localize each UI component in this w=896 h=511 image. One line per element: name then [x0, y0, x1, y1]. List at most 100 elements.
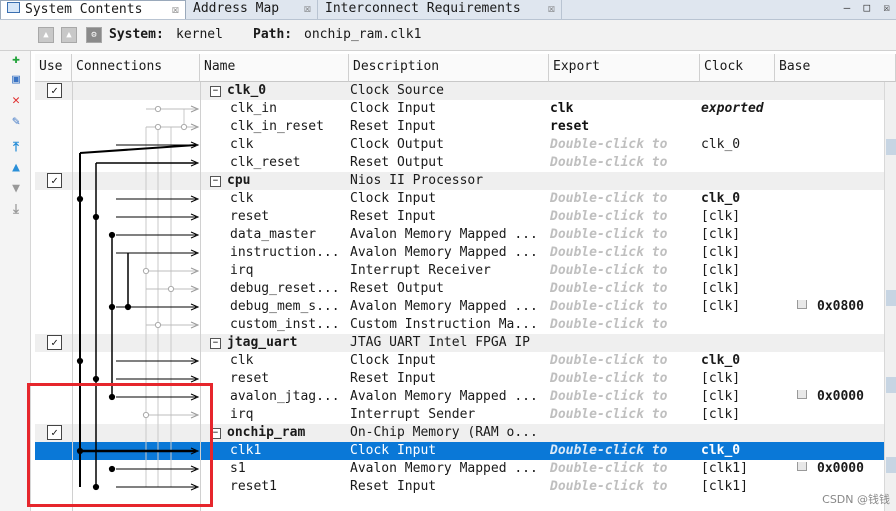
clock-cell[interactable]: [clk] [701, 244, 773, 262]
name-cell[interactable]: reset [206, 370, 348, 388]
export-cell[interactable]: reset [550, 118, 698, 136]
connection-point[interactable] [167, 285, 175, 293]
name-cell[interactable]: irq [206, 406, 348, 424]
export-cell[interactable]: Double-click to [550, 298, 698, 316]
export-cell[interactable]: Double-click to [550, 226, 698, 244]
clock-cell[interactable]: [clk] [701, 298, 773, 316]
remove-icon[interactable]: ✕ [9, 94, 23, 108]
export-cell[interactable]: Double-click to [550, 190, 698, 208]
clock-cell[interactable]: [clk] [701, 280, 773, 298]
move-bottom-icon[interactable]: ⤓ [9, 203, 23, 217]
export-cell[interactable]: Double-click to [550, 478, 698, 496]
tab-interconnect-requirements[interactable]: Interconnect Requirements ☒ [319, 0, 562, 19]
export-cell[interactable]: Double-click to [550, 154, 698, 172]
name-cell[interactable]: data_master [206, 226, 348, 244]
name-cell[interactable]: reset1 [206, 478, 348, 496]
clock-cell[interactable]: clk_0 [701, 352, 773, 370]
move-top-icon[interactable]: ⤒ [9, 141, 23, 155]
hierarchy-icon[interactable]: ⚙ [86, 27, 102, 43]
connection-point[interactable] [108, 303, 116, 311]
column-header-connections[interactable]: Connections [72, 54, 200, 82]
move-up-icon[interactable]: ▲ [9, 161, 23, 175]
clock-cell[interactable]: [clk] [701, 406, 773, 424]
export-cell[interactable]: Double-click to [550, 370, 698, 388]
clock-cell[interactable]: [clk] [701, 226, 773, 244]
export-cell[interactable]: Double-click to [550, 208, 698, 226]
export-cell[interactable]: Double-click to [550, 244, 698, 262]
export-cell[interactable]: Double-click to [550, 352, 698, 370]
name-cell[interactable]: clk [206, 136, 348, 154]
clock-cell[interactable]: [clk] [701, 370, 773, 388]
connection-point[interactable] [142, 267, 150, 275]
column-header-export[interactable]: Export [549, 54, 700, 82]
collapse-toggle-icon[interactable]: − [210, 338, 221, 349]
export-cell[interactable]: Double-click to [550, 136, 698, 154]
name-cell[interactable]: irq [206, 262, 348, 280]
collapse-toggle-icon[interactable]: − [210, 86, 221, 97]
nav-up-icon[interactable]: ▲ [38, 27, 54, 43]
name-cell[interactable]: instruction... [206, 244, 348, 262]
column-header-use[interactable]: Use [35, 54, 72, 82]
clock-cell[interactable]: [clk1] [701, 460, 773, 478]
nav-top-icon[interactable]: ▲ [61, 27, 77, 43]
column-header-clock[interactable]: Clock [700, 54, 775, 82]
name-cell[interactable]: − clk_0 [206, 82, 348, 100]
name-cell[interactable]: − cpu [206, 172, 348, 190]
name-cell[interactable]: clk_in [206, 100, 348, 118]
clock-cell[interactable]: exported [701, 100, 773, 118]
column-header-description[interactable]: Description [349, 54, 549, 82]
column-header-name[interactable]: Name [200, 54, 349, 82]
export-cell[interactable]: Double-click to [550, 460, 698, 478]
export-cell[interactable]: clk [550, 100, 698, 118]
tab-system-contents[interactable]: System Contents ☒ [0, 0, 186, 19]
name-cell[interactable]: − onchip_ram [206, 424, 348, 442]
add-icon[interactable]: ✚ [9, 53, 23, 67]
lock-icon[interactable] [797, 462, 807, 471]
clock-cell[interactable]: [clk] [701, 208, 773, 226]
close-window-icon[interactable]: ☒ [883, 1, 890, 14]
close-tab-icon[interactable]: ☒ [548, 0, 555, 17]
clock-cell[interactable]: [clk1] [701, 478, 773, 496]
base-cell[interactable]: 0x0000 [795, 460, 886, 478]
base-cell[interactable]: 0x0800 [795, 298, 886, 316]
name-cell[interactable]: debug_reset... [206, 280, 348, 298]
name-cell[interactable]: clk_in_reset [206, 118, 348, 136]
clock-cell[interactable]: [clk] [701, 262, 773, 280]
connection-point[interactable] [108, 231, 116, 239]
name-cell[interactable]: custom_inst... [206, 316, 348, 334]
minimize-icon[interactable]: – [844, 1, 851, 14]
name-cell[interactable]: clk_reset [206, 154, 348, 172]
edit-icon[interactable]: ✎ [9, 115, 23, 129]
connection-point[interactable] [154, 321, 162, 329]
export-cell[interactable]: Double-click to [550, 262, 698, 280]
clock-cell[interactable]: clk_0 [701, 190, 773, 208]
vertical-scrollbar[interactable] [884, 82, 896, 511]
lock-icon[interactable] [797, 390, 807, 399]
connection-point[interactable] [154, 105, 162, 113]
collapse-toggle-icon[interactable]: − [210, 176, 221, 187]
close-tab-icon[interactable]: ☒ [304, 0, 311, 17]
clock-cell[interactable]: clk_0 [701, 136, 773, 154]
connection-point[interactable] [124, 303, 132, 311]
restore-icon[interactable]: □ [864, 1, 871, 14]
connection-point[interactable] [76, 195, 84, 203]
base-cell[interactable]: 0x0000 [795, 388, 886, 406]
close-tab-icon[interactable]: ☒ [172, 1, 179, 18]
export-cell[interactable]: Double-click to [550, 388, 698, 406]
tab-address-map[interactable]: Address Map ☒ [187, 0, 318, 19]
move-down-icon[interactable]: ▼ [9, 182, 23, 196]
name-cell[interactable]: debug_mem_s... [206, 298, 348, 316]
clock-cell[interactable]: [clk] [701, 388, 773, 406]
connection-point[interactable] [92, 213, 100, 221]
export-cell[interactable]: Double-click to [550, 280, 698, 298]
name-cell[interactable]: avalon_jtag... [206, 388, 348, 406]
name-cell[interactable]: clk [206, 352, 348, 370]
connection-point[interactable] [154, 123, 162, 131]
component-icon[interactable]: ▣ [9, 73, 23, 87]
export-cell[interactable]: Double-click to [550, 442, 698, 460]
name-cell[interactable]: s1 [206, 460, 348, 478]
connection-point[interactable] [92, 375, 100, 383]
name-cell[interactable]: clk [206, 190, 348, 208]
name-cell[interactable]: reset [206, 208, 348, 226]
clock-cell[interactable]: clk_0 [701, 442, 773, 460]
